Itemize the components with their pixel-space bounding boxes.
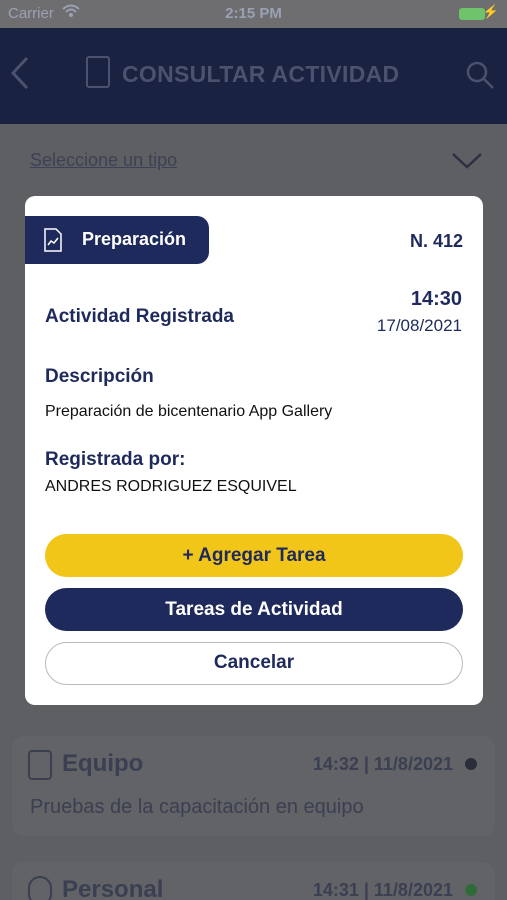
list-item[interactable]: Personal 14:31 | 11/8/2021 xyxy=(12,862,495,900)
status-dot xyxy=(465,884,477,896)
navbar: CONSULTAR ACTIVIDAD xyxy=(0,28,507,124)
activity-detail-modal: Preparación N. 412 Actividad Registrada … xyxy=(25,196,483,705)
activity-date: 17/08/2021 xyxy=(376,316,462,335)
charging-icon: ⚡ xyxy=(482,4,499,19)
status-dot xyxy=(465,758,477,770)
type-select[interactable]: Seleccione un tipo xyxy=(30,150,485,176)
chevron-down-icon xyxy=(451,152,483,170)
registered-by-title: Registrada por: xyxy=(45,449,186,470)
list-item-meta: 14:31 | 11/8/2021 xyxy=(312,880,453,900)
chevron-left-icon[interactable] xyxy=(10,56,30,99)
registered-by-name: ANDRES RODRIGUEZ ESQUIVEL xyxy=(45,478,297,495)
type-select-placeholder: Seleccione un tipo xyxy=(30,150,178,170)
activity-status-label: Actividad Registrada xyxy=(45,306,234,327)
status-time: 2:15 PM xyxy=(225,5,282,22)
add-task-button[interactable]: + Agregar Tarea xyxy=(45,534,463,577)
document-chart-icon xyxy=(43,228,63,252)
people-icon xyxy=(28,876,52,900)
battery-icon xyxy=(459,8,485,20)
page-title: CONSULTAR ACTIVIDAD xyxy=(122,61,400,87)
list-item-title: Equipo xyxy=(62,750,144,777)
list-item[interactable]: Equipo 14:32 | 11/8/2021 Pruebas de la c… xyxy=(12,736,495,836)
activity-number: N. 412 xyxy=(409,231,463,251)
activity-type-label: Preparación xyxy=(82,229,187,249)
activity-tasks-button[interactable]: Tareas de Actividad xyxy=(45,588,463,631)
list-item-description: Pruebas de la capacitación en equipo xyxy=(30,796,364,818)
list-item-title: Personal xyxy=(62,876,164,900)
cancel-button[interactable]: Cancelar xyxy=(45,642,463,685)
status-bar: Carrier 2:15 PM ⚡ xyxy=(0,0,507,28)
activity-type-tag: Preparación xyxy=(25,216,209,264)
description-text: Preparación de bicentenario App Gallery xyxy=(45,403,333,420)
equipment-icon xyxy=(28,750,52,780)
document-icon xyxy=(86,56,110,88)
description-title: Descripción xyxy=(45,366,154,387)
activity-time: 14:30 xyxy=(410,288,462,310)
search-icon[interactable] xyxy=(465,60,495,90)
list-item-meta: 14:32 | 11/8/2021 xyxy=(312,754,453,774)
